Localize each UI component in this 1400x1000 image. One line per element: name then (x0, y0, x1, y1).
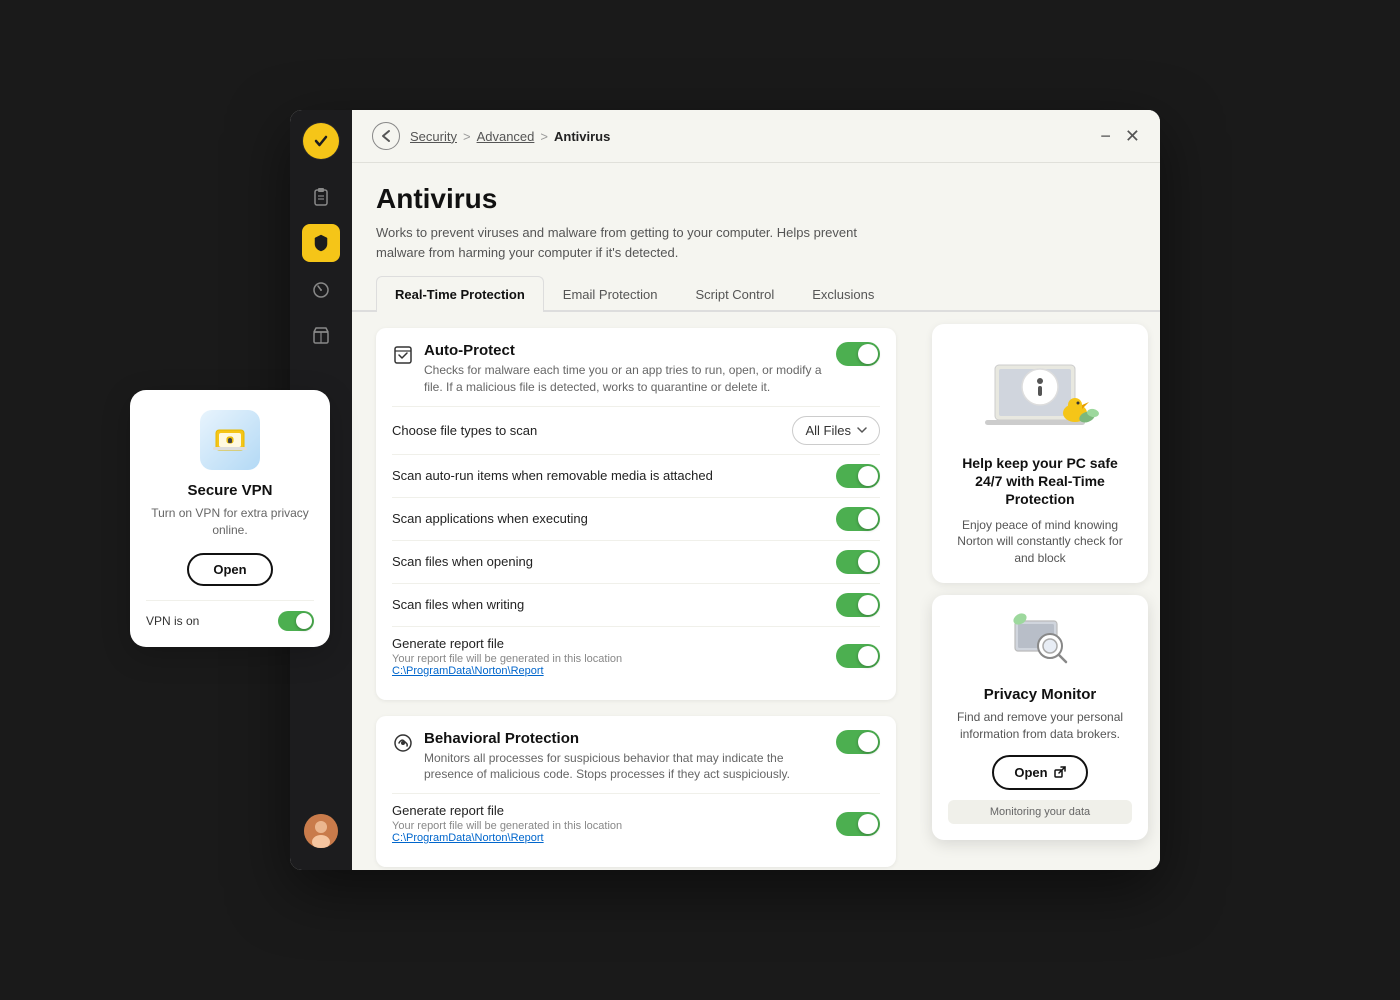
close-button[interactable]: ✕ (1125, 127, 1140, 145)
auto-protect-title-group: Auto-Protect Checks for malware each tim… (424, 342, 836, 396)
generate-report-sublabel: Your report file will be generated in th… (392, 653, 836, 665)
privacy-card-title: Privacy Monitor (984, 686, 1097, 703)
privacy-monitor-open-button[interactable]: Open (992, 755, 1087, 790)
privacy-status-bar: Monitoring your data (948, 800, 1132, 824)
auto-protect-section: Auto-Protect Checks for malware each tim… (376, 328, 896, 700)
back-button[interactable] (372, 122, 400, 150)
privacy-card-desc: Find and remove your personal informatio… (948, 709, 1132, 743)
window-controls: − ✕ (1100, 127, 1140, 145)
tab-email-protection[interactable]: Email Protection (544, 276, 677, 312)
auto-protect-icon (392, 344, 414, 372)
external-link-icon (1054, 766, 1066, 778)
norton-checkmark-icon (303, 123, 339, 159)
content-area: Security > Advanced > Antivirus − ✕ Anti… (352, 110, 1160, 870)
content-body: Auto-Protect Checks for malware each tim… (352, 312, 1160, 870)
scan-opening-row: Scan files when opening (392, 540, 880, 583)
sidebar-item-speedometer[interactable] (302, 270, 340, 308)
page-header: Antivirus Works to prevent viruses and m… (352, 163, 1160, 274)
generate-report-toggle[interactable] (836, 644, 880, 668)
page-description: Works to prevent viruses and malware fro… (376, 223, 896, 262)
behavioral-protection-icon (392, 732, 414, 760)
file-types-label: Choose file types to scan (392, 423, 792, 438)
tab-exclusions[interactable]: Exclusions (793, 276, 893, 312)
titlebar: Security > Advanced > Antivirus − ✕ (352, 110, 1160, 163)
report-path-link[interactable]: C:\ProgramData\Norton\Report (392, 665, 836, 677)
privacy-monitor-card: Privacy Monitor Find and remove your per… (932, 595, 1148, 840)
sidebar-item-clipboard[interactable] (302, 178, 340, 216)
vpn-icon (200, 410, 260, 470)
bp-generate-report-row: Generate report file Your report file wi… (392, 793, 880, 853)
scan-writing-toggle[interactable] (836, 593, 880, 617)
scan-opening-toggle[interactable] (836, 550, 880, 574)
sidebar-item-shield[interactable] (302, 224, 340, 262)
behavioral-protection-title: Behavioral Protection (424, 730, 836, 747)
scan-executing-label: Scan applications when executing (392, 511, 836, 526)
scan-writing-label: Scan files when writing (392, 597, 836, 612)
behavioral-protection-title-group: Behavioral Protection Monitors all proce… (424, 730, 836, 784)
vpn-title: Secure VPN (187, 482, 272, 499)
breadcrumb-sep-2: > (540, 129, 548, 144)
vpn-card: Secure VPN Turn on VPN for extra privacy… (130, 390, 330, 647)
removable-media-row: Scan auto-run items when removable media… (392, 454, 880, 497)
privacy-status-text: Monitoring your data (990, 806, 1090, 818)
main-window: Security > Advanced > Antivirus − ✕ Anti… (290, 110, 1160, 870)
scan-writing-row: Scan files when writing (392, 583, 880, 626)
promo-card-desc: Enjoy peace of mind knowing Norton will … (948, 517, 1132, 567)
file-types-dropdown[interactable]: All Files (792, 416, 880, 445)
minimize-button[interactable]: − (1100, 127, 1111, 145)
vpn-status-text: VPN is on (146, 614, 199, 628)
removable-media-label: Scan auto-run items when removable media… (392, 468, 836, 483)
auto-protect-toggle[interactable] (836, 342, 880, 366)
scan-opening-label: Scan files when opening (392, 554, 836, 569)
generate-report-row: Generate report file Your report file wi… (392, 626, 880, 686)
breadcrumb: Security > Advanced > Antivirus (410, 129, 610, 144)
user-avatar[interactable] (304, 814, 338, 848)
file-types-row: Choose file types to scan All Files (392, 406, 880, 454)
breadcrumb-current: Antivirus (554, 129, 610, 144)
real-time-protection-card: Help keep your PC safe 24/7 with Real-Ti… (932, 324, 1148, 583)
tab-real-time-protection[interactable]: Real-Time Protection (376, 276, 544, 312)
behavioral-protection-section: Behavioral Protection Monitors all proce… (376, 716, 896, 868)
norton-logo (302, 122, 340, 160)
bp-generate-report-label: Generate report file Your report file wi… (392, 803, 836, 844)
auto-protect-header: Auto-Protect Checks for malware each tim… (392, 342, 880, 396)
bp-generate-report-sublabel: Your report file will be generated in th… (392, 820, 836, 832)
breadcrumb-security[interactable]: Security (410, 129, 457, 144)
tab-script-control[interactable]: Script Control (676, 276, 793, 312)
vpn-description: Turn on VPN for extra privacy online. (146, 505, 314, 539)
removable-media-toggle[interactable] (836, 464, 880, 488)
auto-protect-desc: Checks for malware each time you or an a… (424, 362, 824, 396)
bp-report-path-link[interactable]: C:\ProgramData\Norton\Report (392, 832, 836, 844)
page-title: Antivirus (376, 183, 1136, 215)
sidebar-item-package[interactable] (302, 316, 340, 354)
breadcrumb-advanced[interactable]: Advanced (477, 129, 535, 144)
promo-card-title: Help keep your PC safe 24/7 with Real-Ti… (948, 454, 1132, 509)
scan-executing-toggle[interactable] (836, 507, 880, 531)
bp-generate-report-toggle[interactable] (836, 812, 880, 836)
auto-protect-title: Auto-Protect (424, 342, 836, 359)
real-time-illustration (948, 340, 1132, 450)
right-panel: Help keep your PC safe 24/7 with Real-Ti… (920, 312, 1160, 870)
behavioral-protection-header: Behavioral Protection Monitors all proce… (392, 730, 880, 784)
privacy-monitor-icon (1010, 611, 1070, 678)
generate-report-label: Generate report file Your report file wi… (392, 636, 836, 677)
behavioral-protection-toggle[interactable] (836, 730, 880, 754)
scan-executing-row: Scan applications when executing (392, 497, 880, 540)
vpn-toggle[interactable] (278, 611, 314, 631)
privacy-open-label: Open (1014, 765, 1047, 780)
settings-panel: Auto-Protect Checks for malware each tim… (352, 312, 920, 870)
behavioral-protection-desc: Monitors all processes for suspicious be… (424, 750, 824, 784)
vpn-open-button[interactable]: Open (187, 553, 272, 586)
breadcrumb-sep-1: > (463, 129, 471, 144)
tab-bar: Real-Time Protection Email Protection Sc… (352, 274, 1160, 312)
